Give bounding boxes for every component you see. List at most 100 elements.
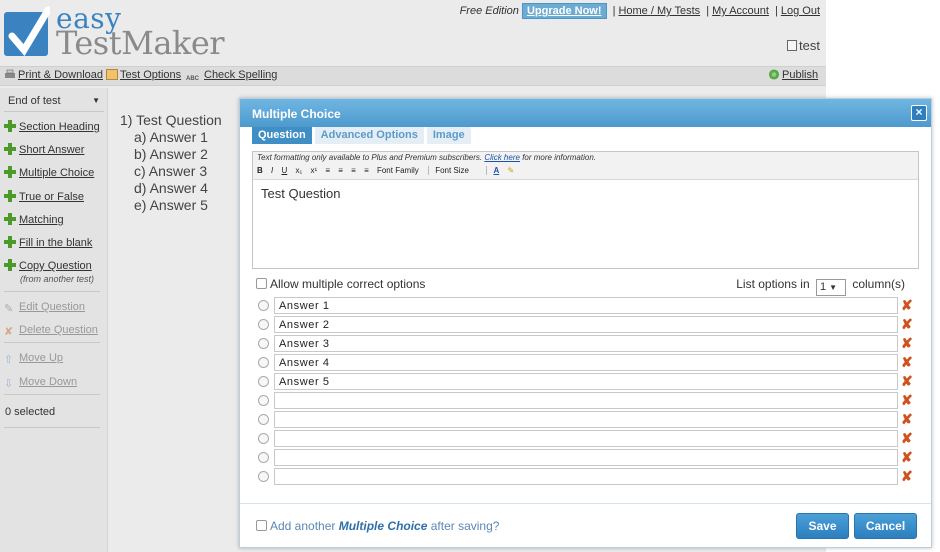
delete-icon[interactable]: ✘: [901, 335, 913, 351]
correct-answer-radio[interactable]: [258, 414, 269, 425]
test-options-link[interactable]: Test Options: [106, 69, 181, 81]
logo: easy TestMaker: [4, 2, 229, 62]
delete-icon[interactable]: ✘: [901, 449, 913, 465]
sidebar-item-copy-question[interactable]: Copy Question: [4, 259, 92, 272]
subscript-icon[interactable]: x₁: [296, 166, 303, 175]
italic-icon[interactable]: I: [271, 166, 273, 175]
correct-answer-radio[interactable]: [258, 319, 269, 330]
publish-link[interactable]: Publish: [768, 69, 818, 81]
text-color-icon[interactable]: A: [493, 166, 499, 175]
answer-input[interactable]: [274, 316, 898, 333]
move-up-link[interactable]: ⇧ Move Up: [4, 352, 63, 366]
answer-row: ✘: [256, 430, 916, 449]
upgrade-button[interactable]: Upgrade Now!: [521, 3, 607, 19]
delete-question-link[interactable]: ✘ Delete Question: [4, 324, 98, 338]
delete-icon[interactable]: ✘: [901, 411, 913, 427]
dialog-title: Multiple Choice: [252, 107, 341, 121]
answer-input[interactable]: [274, 335, 898, 352]
add-another-option[interactable]: Add another Multiple Choice after saving…: [256, 519, 499, 533]
sidebar-item-multiple-choice[interactable]: Multiple Choice: [4, 166, 94, 179]
delete-icon[interactable]: ✘: [901, 430, 913, 446]
logo-check-icon: [4, 6, 50, 56]
align-right-icon[interactable]: ≡: [351, 166, 356, 175]
click-here-link[interactable]: Click here: [484, 153, 520, 162]
delete-icon[interactable]: ✘: [901, 392, 913, 408]
tab-question[interactable]: Question: [252, 127, 312, 144]
correct-answer-radio[interactable]: [258, 471, 269, 482]
underline-icon[interactable]: U: [281, 166, 287, 175]
font-size-select[interactable]: Font Size: [435, 166, 488, 175]
cancel-button[interactable]: Cancel: [854, 513, 917, 539]
sidebar-divider: [4, 394, 100, 395]
allow-multiple-checkbox[interactable]: [256, 278, 267, 289]
align-center-icon[interactable]: ≡: [338, 166, 343, 175]
delete-icon[interactable]: ✘: [901, 373, 913, 389]
preview-answer: c) Answer 3: [134, 163, 208, 179]
logout-link[interactable]: Log Out: [781, 5, 820, 17]
sidebar-divider: [4, 427, 100, 428]
arrow-down-icon: ⇩: [4, 378, 14, 390]
main-toolbar: Print & Download Test Options ABC Check S…: [0, 66, 826, 86]
sidebar-divider: [4, 291, 100, 292]
sidebar-item-fill-blank[interactable]: Fill in the blank: [4, 236, 92, 249]
answer-input[interactable]: [274, 373, 898, 390]
answer-input[interactable]: [274, 411, 898, 428]
sidebar-item-section-heading[interactable]: Section Heading: [4, 120, 100, 133]
answer-input[interactable]: [274, 392, 898, 409]
save-button[interactable]: Save: [796, 513, 849, 539]
columns-select[interactable]: 1 ▼: [815, 279, 846, 296]
superscript-icon[interactable]: x¹: [310, 166, 317, 175]
align-justify-icon[interactable]: ≡: [364, 166, 369, 175]
home-link[interactable]: Home / My Tests: [618, 5, 700, 17]
correct-answer-radio[interactable]: [258, 433, 269, 444]
answer-input[interactable]: [274, 354, 898, 371]
answer-input[interactable]: [274, 297, 898, 314]
preview-answer: e) Answer 5: [134, 197, 208, 213]
preview-question[interactable]: 1) Test Question: [120, 112, 222, 129]
sidebar-item-label: Copy Question: [19, 260, 92, 272]
print-download-link[interactable]: Print & Download: [4, 69, 103, 81]
close-icon[interactable]: ×: [911, 105, 927, 121]
plus-icon: [4, 166, 16, 178]
nav-separator: |: [612, 5, 616, 17]
insert-position-select[interactable]: End of test ▼: [4, 92, 104, 112]
preview-answer: a) Answer 1: [134, 129, 208, 145]
delete-icon[interactable]: ✘: [901, 354, 913, 370]
correct-answer-radio[interactable]: [258, 376, 269, 387]
my-account-link[interactable]: My Account: [712, 5, 769, 17]
correct-answer-radio[interactable]: [258, 357, 269, 368]
answer-input[interactable]: [274, 468, 898, 485]
align-left-icon[interactable]: ≡: [325, 166, 330, 175]
sidebar-item-true-false[interactable]: True or False: [4, 190, 84, 203]
highlight-icon[interactable]: ✎: [507, 166, 514, 175]
delete-icon[interactable]: ✘: [901, 468, 913, 484]
add-another-checkbox[interactable]: [256, 520, 267, 531]
chevron-down-icon: ▼: [829, 283, 838, 292]
delete-icon[interactable]: ✘: [901, 316, 913, 332]
correct-answer-radio[interactable]: [258, 395, 269, 406]
answer-input[interactable]: [274, 430, 898, 447]
check-spelling-link[interactable]: ABC Check Spelling: [186, 69, 277, 87]
correct-answer-radio[interactable]: [258, 338, 269, 349]
question-text-area[interactable]: Test Question: [253, 180, 918, 207]
answer-input[interactable]: [274, 449, 898, 466]
list-options-label: List options in: [736, 277, 810, 291]
options-row: Allow multiple correct options List opti…: [256, 277, 919, 296]
add-another-type: Multiple Choice: [338, 519, 428, 533]
answer-row: ✘: [256, 354, 916, 373]
tab-advanced-options[interactable]: Advanced Options: [314, 127, 424, 144]
sidebar-item-matching[interactable]: Matching: [4, 213, 64, 226]
correct-answer-radio[interactable]: [258, 300, 269, 311]
delete-icon[interactable]: ✘: [901, 297, 913, 313]
selection-count: 0 selected: [5, 406, 56, 418]
current-test-name: test: [787, 38, 820, 53]
sidebar-item-short-answer[interactable]: Short Answer: [4, 143, 84, 156]
font-family-select[interactable]: Font Family: [377, 166, 429, 175]
bold-icon[interactable]: B: [257, 166, 263, 175]
sidebar-item-label: Section Heading: [19, 121, 100, 133]
correct-answer-radio[interactable]: [258, 452, 269, 463]
edit-question-link[interactable]: ✎ Edit Question: [4, 301, 85, 315]
edition-label: Free Edition: [459, 5, 519, 17]
tab-image[interactable]: Image: [426, 127, 471, 144]
move-down-link[interactable]: ⇩ Move Down: [4, 376, 77, 390]
